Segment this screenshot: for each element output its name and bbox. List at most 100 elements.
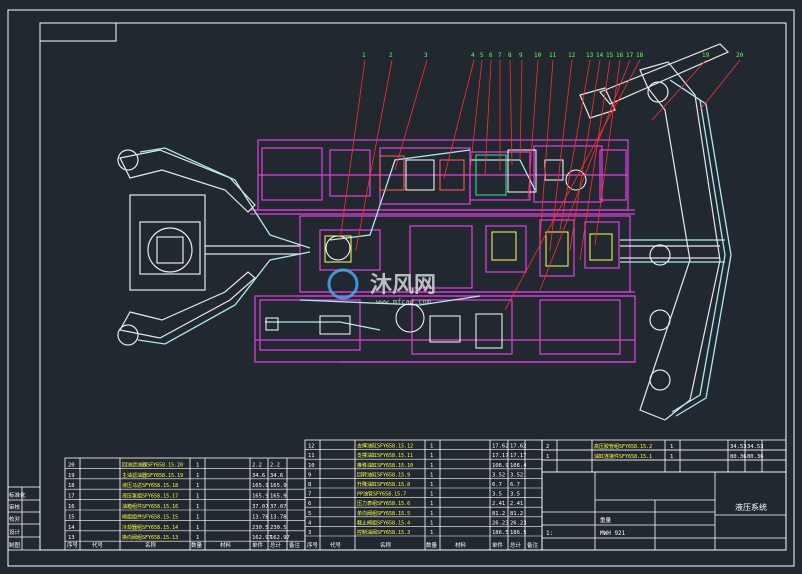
bom-cell-name: 支撑油缸SFY658.15.11 xyxy=(357,452,413,459)
hdr2-name: 名称 xyxy=(380,541,392,549)
callout-13: 13 xyxy=(586,52,594,59)
bom-cell-w1: 2.2 xyxy=(252,462,262,468)
bom-cell-w1: 34.53 xyxy=(730,444,747,450)
drawing-title: 液压系统 xyxy=(735,502,767,512)
bom-cell-name: 升降油缸SFY658.15.8 xyxy=(357,481,410,488)
bom-cell-qty: 1 xyxy=(430,472,433,478)
watermark-logo-icon xyxy=(327,268,359,300)
bom-cell-w1: 230.5 xyxy=(252,525,269,531)
hdr2-unit: 单件 xyxy=(492,541,504,549)
bom-cell-name: 液压泵组SFY658.15.17 xyxy=(122,493,178,500)
callout-3: 3 xyxy=(424,52,428,59)
bom-cell-qty: 1 xyxy=(430,463,433,469)
bom-table-middle: 12 支撑油缸SFY658.15.12 1 17.62 17.6211 支撑油缸SFY65… xyxy=(305,443,542,537)
bom-cell-no: 2 xyxy=(546,444,549,450)
bom-cell-w2: 2.2 xyxy=(270,462,280,468)
title-block-text: 液压系统 MWH 921 1: 重量 xyxy=(546,502,767,537)
bom-cell-qty: 1 xyxy=(196,473,199,479)
bom-cell-no: 12 xyxy=(308,444,315,450)
bom-cell-w2: 3.52 xyxy=(510,472,523,478)
watermark-url: www.mfcad.com xyxy=(376,298,431,306)
bom-cell-qty: 1 xyxy=(670,444,673,450)
bom-cell-name: 单向阀组SFY658.15.5 xyxy=(357,510,410,517)
bom-cell-name: 控制油阀SFY658.15.3 xyxy=(357,529,410,536)
bom-cell-qty: 1 xyxy=(430,511,433,517)
bom-cell-w2: 162.97 xyxy=(270,535,290,541)
callout-18: 18 xyxy=(636,52,644,59)
bom-cell-w1: 165.9 xyxy=(252,483,269,489)
bom-cell-no: 16 xyxy=(68,504,75,510)
callout-7: 7 xyxy=(498,52,502,59)
bom-cell-name: 换向阀组SFY658.15.13 xyxy=(122,534,178,541)
bom-cell-w2: 13.78 xyxy=(270,514,287,520)
hdr2-remark: 备注 xyxy=(527,541,539,549)
callout-12: 12 xyxy=(568,52,576,59)
bom-cell-qty: 1 xyxy=(196,462,199,468)
watermark-text: 沐风网 xyxy=(370,273,436,298)
signoff-5: 制图 xyxy=(9,541,21,549)
bom-cell-name: 油箱组件SFY658.15.16 xyxy=(122,503,178,510)
bom-cell-no: 9 xyxy=(308,472,311,478)
callout-16: 16 xyxy=(616,52,624,59)
callout-6: 6 xyxy=(489,52,493,59)
bom-cell-qty: 1 xyxy=(430,482,433,488)
machine-plan-view: 1 2 3 4 5 6 7 8 9 10 11 12 13 14 15 16 1… xyxy=(117,43,744,421)
bom-cell-qty: 1 xyxy=(430,520,433,526)
bom-cell-name: PP油管SFY658.15.7 xyxy=(357,491,406,498)
bom-table-left: 20 回油滤油器SFY658.15.20 1 2.2 2.2 19 主油滤油器SFY658.… xyxy=(65,461,305,542)
bom-cell-w2: 186.5 xyxy=(510,530,527,536)
bom-cell-w1: 13.78 xyxy=(252,514,269,520)
bom-cell-no: 8 xyxy=(308,482,311,488)
bom-cell-name: 回转油缸SFY658.15.9 xyxy=(357,471,410,478)
signoff-3: 校对 xyxy=(9,515,21,523)
bom-cell-w1: 3.5 xyxy=(492,492,502,498)
bom-cell-name: 油缸连接件SFY658.15.1 xyxy=(594,453,652,460)
bom-cell-no: 15 xyxy=(68,514,75,520)
callout-17: 17 xyxy=(626,52,634,59)
bom-cell-no: 19 xyxy=(68,473,75,479)
callout-20: 20 xyxy=(736,52,744,59)
bom-cell-w2: 165.9 xyxy=(270,494,287,500)
bom-cell-qty: 1 xyxy=(430,492,433,498)
hdr-unit: 单件 xyxy=(252,541,264,549)
bom-cell-no: 1 xyxy=(546,454,549,460)
bom-cell-w1: 106.9 xyxy=(492,463,509,469)
callout-5: 5 xyxy=(480,52,484,59)
bom-cell-name: 液压马达SFY658.15.18 xyxy=(122,482,178,489)
corner-code-box xyxy=(39,22,117,42)
callout-14: 14 xyxy=(596,52,604,59)
signoff-2: 审核 xyxy=(9,503,21,511)
bom-cell-no: 13 xyxy=(68,535,75,541)
callout-1: 1 xyxy=(362,52,366,59)
callout-4: 4 xyxy=(471,52,475,59)
bom-cell-qty: 1 xyxy=(196,504,199,510)
drawing-scale: 1: xyxy=(546,530,553,537)
cad-drawing-canvas[interactable]: 1 2 3 4 5 6 7 8 9 10 11 12 13 14 15 16 1… xyxy=(0,0,802,574)
bom-cell-no: 11 xyxy=(308,453,315,459)
hdr2-qty: 数量 xyxy=(426,541,438,549)
bom-cell-w1: 6.7 xyxy=(492,482,502,488)
bom-cell-w2: 165.9 xyxy=(270,483,287,489)
bom-header: 序号 代号 名称 数量 材料 单件 总计 备注 序号 代号 名称 数量 材料 单… xyxy=(67,541,539,549)
bom-cell-w1: 17.62 xyxy=(492,444,509,450)
bom-cell-w1: 3.52 xyxy=(492,472,505,478)
bom-cell-w2: 80.36 xyxy=(747,454,764,460)
bom-cell-qty: 1 xyxy=(196,514,199,520)
callout-19: 19 xyxy=(702,52,710,59)
callout-15: 15 xyxy=(606,52,614,59)
bom-cell-w1: 81.2 xyxy=(492,511,505,517)
bom-cell-w2: 17.17 xyxy=(510,453,527,459)
bom-cell-no: 18 xyxy=(68,483,75,489)
mass-label: 重量 xyxy=(600,516,612,524)
hdr-code: 代号 xyxy=(92,541,104,549)
bom-cell-qty: 1 xyxy=(196,535,199,541)
callout-9: 9 xyxy=(519,52,523,59)
hdr-qty: 数量 xyxy=(191,541,203,549)
bom-cell-no: 14 xyxy=(68,525,75,531)
bom-cell-no: 6 xyxy=(308,501,311,507)
hdr-name: 名称 xyxy=(145,541,157,549)
hdr-no: 序号 xyxy=(67,541,79,549)
bom-cell-w1: 162.97 xyxy=(252,535,272,541)
bom-cell-qty: 1 xyxy=(430,530,433,536)
bom-cell-name: 支撑油缸SFY658.15.12 xyxy=(357,443,413,450)
